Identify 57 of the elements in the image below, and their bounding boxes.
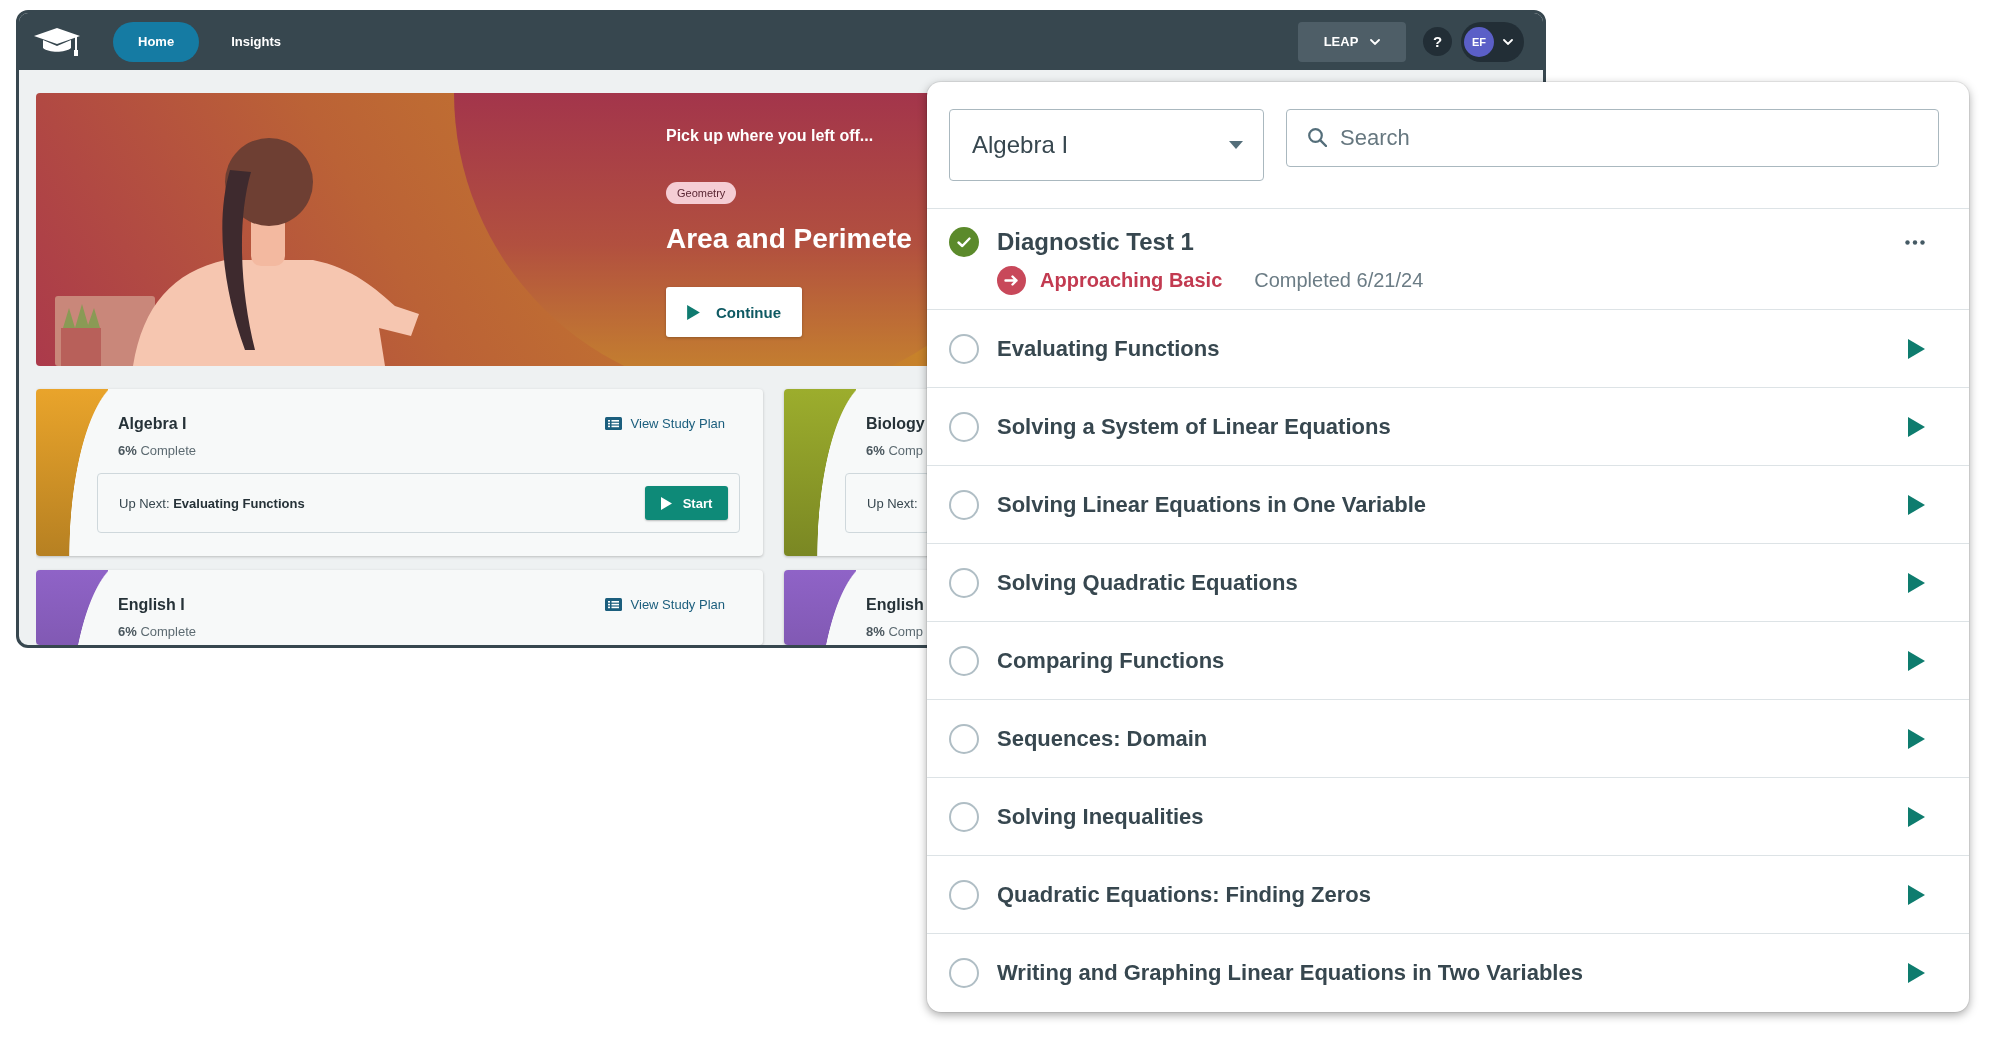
course-title: English bbox=[866, 595, 924, 615]
progress-text: 8% Comp bbox=[866, 624, 924, 640]
more-options-icon[interactable] bbox=[1905, 240, 1925, 245]
play-icon bbox=[687, 304, 700, 320]
view-study-plan-link[interactable]: View Study Plan bbox=[604, 597, 725, 612]
search-field[interactable]: Search bbox=[1286, 109, 1939, 167]
play-icon[interactable] bbox=[1908, 806, 1925, 827]
lesson-title: Quadratic Equations: Finding Zeros bbox=[997, 881, 1372, 908]
lesson-title: Writing and Graphing Linear Equations in Two Variables bbox=[997, 960, 1583, 986]
course-title: English I bbox=[118, 595, 185, 615]
completion-date-text: Completed 6/21/24 bbox=[1254, 268, 1424, 292]
program-menu-button[interactable]: LEAP bbox=[1298, 21, 1406, 62]
hero-intro-text: Pick up where you left off... bbox=[666, 126, 874, 146]
continue-button[interactable]: Continue bbox=[666, 287, 802, 337]
lesson-title: Solving Inequalities bbox=[997, 803, 1204, 830]
course-title: Biology bbox=[866, 414, 925, 434]
play-icon[interactable] bbox=[1908, 728, 1925, 749]
progress-text: 6% Complete bbox=[118, 624, 197, 640]
progress-text: 6% Comp bbox=[866, 443, 924, 459]
nav-tab[interactable]: Home bbox=[113, 21, 200, 62]
up-next-text: Up Next: Evaluating Functions bbox=[119, 495, 305, 511]
chevron-down-icon bbox=[1503, 38, 1513, 45]
start-button[interactable]: Start bbox=[645, 486, 728, 520]
play-icon bbox=[660, 496, 672, 510]
caret-down-icon bbox=[1229, 141, 1243, 149]
list-icon bbox=[604, 417, 622, 430]
lesson-title: Sequences: Domain bbox=[997, 725, 1208, 752]
chevron-down-icon bbox=[1370, 38, 1381, 45]
subject-tag: Geometry bbox=[666, 182, 737, 204]
list-icon bbox=[604, 598, 622, 611]
graduation-cap-icon[interactable] bbox=[34, 27, 80, 56]
lesson-title: Comparing Functions bbox=[997, 647, 1225, 674]
lesson-title: Solving Linear Equations in One Variable bbox=[997, 491, 1427, 518]
course-title: Algebra I bbox=[118, 414, 187, 434]
play-icon[interactable] bbox=[1908, 572, 1925, 593]
play-icon[interactable] bbox=[1908, 884, 1925, 905]
result-text: Approaching Basic bbox=[1040, 268, 1223, 292]
play-icon[interactable] bbox=[1908, 963, 1925, 983]
arrow-right-circle-icon bbox=[997, 265, 1026, 295]
view-study-plan-link[interactable]: View Study Plan bbox=[604, 416, 725, 431]
play-icon[interactable] bbox=[1908, 338, 1925, 359]
play-icon[interactable] bbox=[1908, 650, 1925, 671]
nav-tab[interactable]: Insights bbox=[206, 21, 306, 62]
progress-text: 6% Complete bbox=[118, 443, 197, 459]
lesson-title: Solving Quadratic Equations bbox=[997, 569, 1298, 596]
course-select[interactable]: Algebra I bbox=[949, 109, 1264, 181]
lesson-title: Solving a System of Linear Equations bbox=[997, 413, 1391, 440]
play-icon[interactable] bbox=[1908, 494, 1925, 515]
assessment-title: Diagnostic Test 1 bbox=[997, 227, 1194, 257]
up-next-text: Up Next: bbox=[867, 495, 918, 511]
account-menu-button[interactable]: EF bbox=[1461, 21, 1524, 62]
search-icon bbox=[1308, 128, 1327, 147]
lesson-title: Evaluating Functions bbox=[997, 335, 1220, 362]
hero-title: Area and Perimete bbox=[666, 224, 912, 254]
help-button[interactable]: ? bbox=[1423, 27, 1452, 56]
play-icon[interactable] bbox=[1908, 416, 1925, 437]
user-avatar: EF bbox=[1464, 26, 1494, 57]
